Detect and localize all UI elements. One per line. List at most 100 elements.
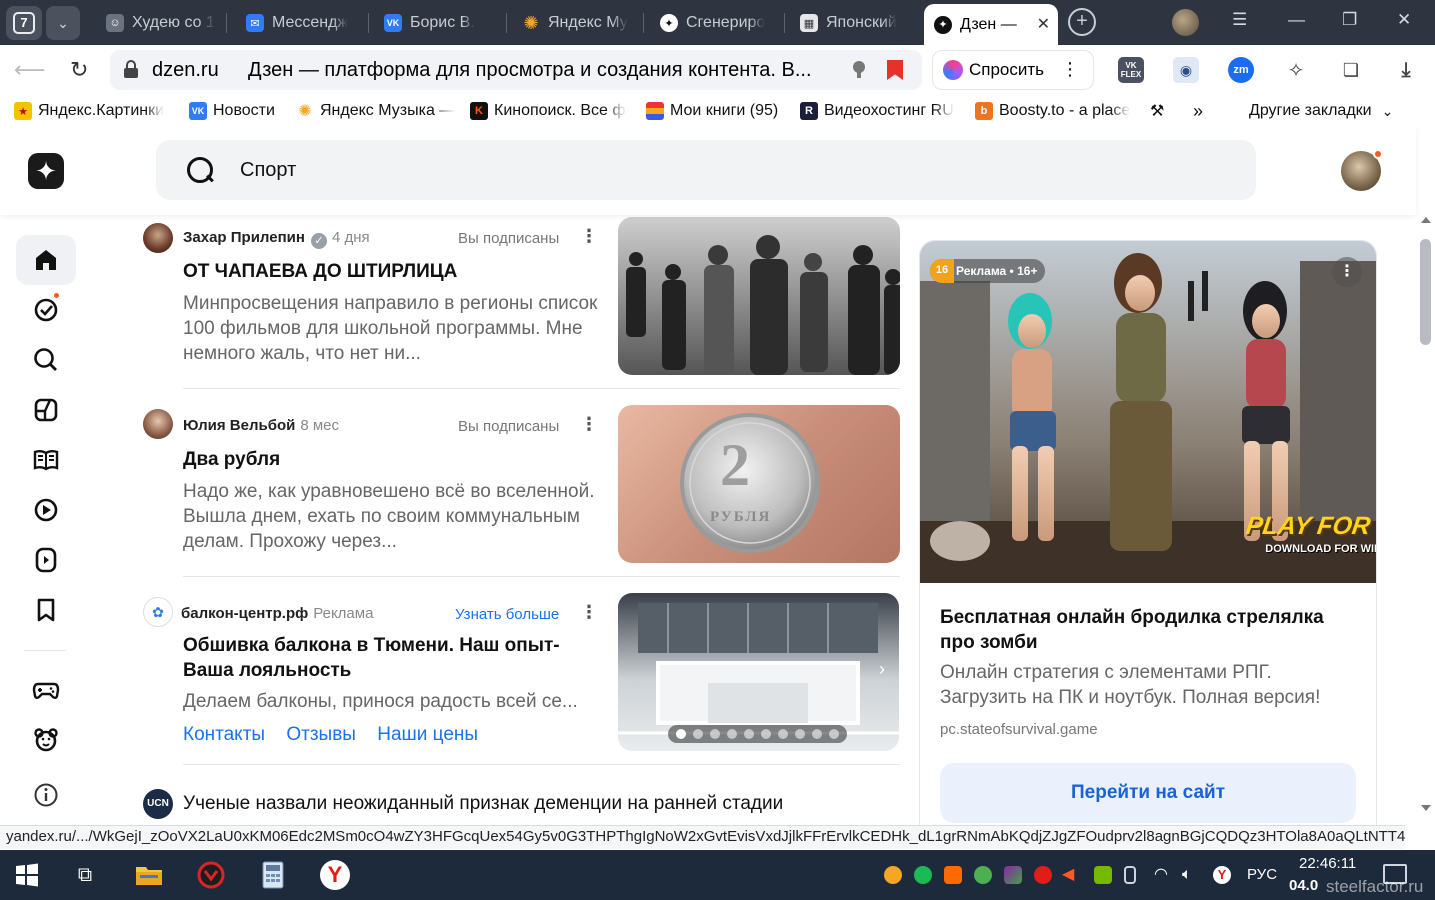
- address-bar[interactable]: dzen.ru Дзен — платформа для просмотра и…: [110, 50, 922, 90]
- card-description[interactable]: Надо же, как уравновешено всё во вселенн…: [183, 479, 603, 554]
- tray-app-icon[interactable]: [944, 866, 962, 884]
- card-title[interactable]: Обшивка балкона в Тюмени. Наш опыт- Ваша…: [183, 633, 593, 683]
- ad-domain[interactable]: pc.stateofsurvival.game: [940, 721, 1098, 738]
- author-name[interactable]: Захар Прилепин ✓ 4 дня: [183, 229, 370, 249]
- tab-4[interactable]: ✺ Яндекс Му: [512, 5, 638, 41]
- clock-date[interactable]: 04.0: [1289, 877, 1318, 894]
- more-vertical-icon[interactable]: ⋮: [580, 414, 598, 435]
- ad-description[interactable]: Онлайн стратегия с элементами РПГ. Загру…: [940, 660, 1360, 710]
- opera-icon[interactable]: [1034, 866, 1052, 884]
- tray-app-icon[interactable]: [1004, 866, 1022, 884]
- zoom-extension-icon[interactable]: zm: [1228, 57, 1254, 83]
- speaker-muted-icon[interactable]: ◀: [1062, 866, 1080, 884]
- card-image-carousel[interactable]: ›: [618, 593, 899, 751]
- author-name[interactable]: балкон-центр.рф Реклама: [181, 605, 373, 622]
- sidebar-games[interactable]: [16, 665, 76, 715]
- bookmark-rutube[interactable]: R Видеохостинг RU: [800, 100, 960, 122]
- menu-icon[interactable]: ☰: [1232, 10, 1247, 30]
- yandex-browser-icon[interactable]: Y: [320, 860, 350, 890]
- search-input[interactable]: [240, 154, 1140, 186]
- other-bookmarks-button[interactable]: Другие закладки ⌄: [1249, 100, 1393, 122]
- close-icon[interactable]: ✕: [1037, 14, 1050, 34]
- scroll-down-icon[interactable]: [1421, 805, 1431, 811]
- new-tab-button[interactable]: +: [1068, 8, 1096, 36]
- download-icon[interactable]: ⤓: [1393, 57, 1419, 83]
- input-language[interactable]: РУС: [1247, 866, 1277, 883]
- tray-app-icon[interactable]: [914, 866, 932, 884]
- more-bookmarks-button[interactable]: »: [1193, 100, 1203, 122]
- learn-more-link[interactable]: Узнать больше: [455, 606, 559, 623]
- sidebar-ad[interactable]: Реклама • 16+ 16 ⋮ PLAY FOR F DOWNLOAD F…: [919, 240, 1377, 825]
- page-scrollbar[interactable]: [1416, 215, 1435, 825]
- card-image[interactable]: [618, 217, 900, 375]
- sidebar-home[interactable]: [16, 235, 76, 285]
- scroll-up-icon[interactable]: [1421, 217, 1431, 223]
- location-pin-icon[interactable]: [852, 61, 866, 79]
- bookmark-icon[interactable]: [887, 60, 903, 80]
- sidebar-channels[interactable]: [16, 385, 76, 435]
- lock-icon[interactable]: [124, 60, 138, 78]
- windows-start-icon[interactable]: [12, 860, 42, 890]
- tray-app-icon[interactable]: [884, 866, 902, 884]
- sidebar-videos[interactable]: [16, 485, 76, 535]
- card-title[interactable]: Ученые назвали неожиданный признак демен…: [183, 791, 883, 816]
- sidebar-articles[interactable]: [16, 435, 76, 485]
- ask-alice-button[interactable]: Спросить ⋮: [932, 50, 1094, 90]
- more-vertical-icon[interactable]: ⋮: [1332, 257, 1362, 287]
- restore-icon[interactable]: ❐: [1342, 10, 1357, 30]
- bookmark-my-books[interactable]: Мои книги (95): [646, 100, 790, 122]
- wifi-icon[interactable]: ◠: [1154, 866, 1172, 884]
- search-box[interactable]: [156, 140, 1256, 200]
- bookmark-yandex-music[interactable]: ✺ Яндекс Музыка —: [296, 100, 456, 122]
- bookmark-boosty[interactable]: b Boosty.to - a place: [975, 100, 1135, 122]
- vk-flex-extension-icon[interactable]: VK FLEX: [1118, 57, 1144, 83]
- carousel-indicator[interactable]: [668, 725, 847, 743]
- author-avatar[interactable]: [143, 223, 173, 253]
- feed-card[interactable]: Юлия Вельбой 8 мес Вы подписаны ⋮ Два руб…: [140, 405, 900, 581]
- nvidia-icon[interactable]: [1094, 866, 1112, 884]
- more-vertical-icon[interactable]: ⋮: [580, 602, 598, 623]
- ucn-logo-icon[interactable]: UCN: [143, 789, 173, 819]
- file-explorer-icon[interactable]: [134, 860, 164, 890]
- tab-2[interactable]: ✉ Мессендж: [236, 5, 364, 41]
- card-description[interactable]: Делаем балконы, принося радость всей се.…: [183, 689, 603, 714]
- volume-icon[interactable]: 🔈︎: [1182, 866, 1200, 884]
- app-game-icon[interactable]: [196, 860, 226, 890]
- feed-card[interactable]: Захар Прилепин ✓ 4 дня Вы подписаны ⋮ ОТ Ч…: [140, 217, 900, 393]
- sidebar-bookmarks[interactable]: [16, 585, 76, 635]
- vpn-extension-icon[interactable]: ◉: [1173, 57, 1199, 83]
- tab-6[interactable]: ▦ Японский: [790, 5, 918, 41]
- task-view-icon[interactable]: ⧉: [70, 860, 100, 890]
- chevron-down-icon[interactable]: ⌄: [46, 6, 80, 40]
- more-vertical-icon[interactable]: ⋮: [1061, 59, 1079, 80]
- bookmark-kinopoisk[interactable]: K Кинопоиск. Все ф: [470, 100, 632, 122]
- sidebar-search[interactable]: [16, 335, 76, 385]
- bookmark-tool-icon[interactable]: ⚒: [1150, 100, 1172, 122]
- calculator-icon[interactable]: [258, 860, 288, 890]
- card-title[interactable]: ОТ ЧАПАЕВА ДО ШТИРЛИЦА: [183, 259, 593, 284]
- yandex-tray-icon[interactable]: Y: [1213, 866, 1231, 884]
- more-vertical-icon[interactable]: ⋮: [580, 226, 598, 247]
- extensions-icon[interactable]: ✧: [1283, 57, 1309, 83]
- tray-app-icon[interactable]: [974, 866, 992, 884]
- bookmark-yandex-images[interactable]: ★ Яндекс.Картинки: [14, 100, 176, 122]
- advertiser-logo-icon[interactable]: ✿: [143, 597, 173, 627]
- sidebar-info[interactable]: [16, 770, 76, 820]
- tab-1[interactable]: ☺ Худею со 1: [96, 5, 220, 41]
- profile-icon[interactable]: [1172, 9, 1199, 36]
- reload-icon[interactable]: ↻: [70, 57, 88, 83]
- card-title[interactable]: Два рубля: [183, 447, 593, 472]
- contacts-link[interactable]: Контакты: [183, 724, 265, 745]
- sidebar-shorts[interactable]: [16, 535, 76, 585]
- feed-card[interactable]: UCN Ученые назвали неожиданный признак д…: [140, 785, 900, 825]
- battery-icon[interactable]: [1124, 866, 1136, 884]
- scroll-thumb[interactable]: [1420, 239, 1431, 345]
- tab-5[interactable]: ✦ Сгенериро: [650, 5, 778, 41]
- card-image[interactable]: 2 РУБЛЯ: [618, 405, 900, 563]
- chevron-right-icon[interactable]: ›: [879, 659, 885, 680]
- bookmark-news[interactable]: VK Новости: [189, 100, 284, 122]
- ad-title[interactable]: Бесплатная онлайн бродилка стрелялка про…: [940, 605, 1360, 655]
- sidebar-kids[interactable]: [16, 715, 76, 765]
- card-description[interactable]: Минпросвещения направило в регионы списо…: [183, 291, 603, 366]
- tab-count-button[interactable]: 7: [6, 6, 42, 40]
